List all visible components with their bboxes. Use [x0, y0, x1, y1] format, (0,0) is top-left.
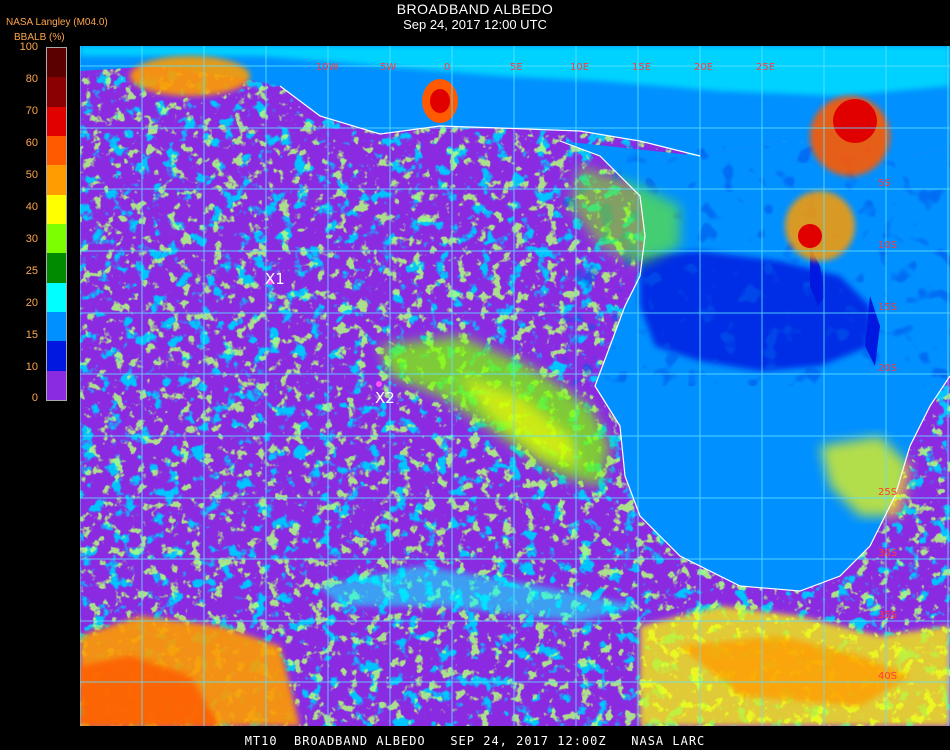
marker-dot: [376, 381, 382, 387]
cloud-high-albedo: [798, 224, 822, 248]
colorbar-segment: [47, 77, 66, 107]
colorbar-segment: [47, 282, 66, 312]
grid-label-lon: 5W: [380, 62, 396, 73]
colorbar-segment: [47, 341, 66, 371]
map-title: BROADBAND ALBEDO: [396, 1, 554, 17]
grid-label-lon: 10W: [316, 62, 339, 73]
colorbar-segment: [47, 311, 66, 342]
grid-label-lon: 25E: [756, 62, 775, 73]
grid-label-lat: 15S: [878, 302, 897, 313]
grid-label-lon: 15E: [632, 62, 651, 73]
marker-label: X2: [375, 389, 395, 407]
colorbar-tick: 80: [25, 73, 38, 85]
grid-label-lat: 5S: [878, 178, 891, 189]
colorbar-segment: [47, 223, 66, 254]
cloud-high-albedo: [430, 89, 450, 113]
colorbar-tick: 0: [31, 392, 38, 404]
grid-label-lon: 0: [444, 62, 450, 73]
colorbar-tick: 70: [25, 105, 38, 117]
footer-caption: MT10 BROADBAND ALBEDO SEP 24, 2017 12:00…: [244, 734, 706, 748]
grid-label-lat: 40S: [878, 671, 897, 682]
colorbar-segment: [47, 194, 66, 224]
grid-label-lat: 30S: [878, 548, 897, 559]
grid-label-lon: 10E: [570, 62, 589, 73]
map-timestamp: Sep 24, 2017 12:00 UTC: [403, 17, 547, 32]
source-label: NASA Langley (M04.0): [6, 17, 108, 28]
colorbar-segment: [47, 253, 66, 283]
grid-label-lat: 20S: [878, 363, 897, 374]
grid-label-lat: 25S: [878, 487, 897, 498]
grid-label-lat: 35S: [878, 610, 897, 621]
grid-label-lon: 20E: [694, 62, 713, 73]
colorbar-tick: 100: [19, 41, 38, 53]
colorbar-tick: 40: [25, 201, 38, 213]
colorbar-segment: [47, 135, 66, 166]
colorbar-tick: 30: [25, 233, 38, 245]
grid-label-lat: 10S: [878, 240, 897, 251]
cloud-high-albedo: [833, 99, 877, 143]
cloud-high-albedo: [130, 56, 250, 96]
colorbar-segment: [47, 165, 66, 195]
colorbar-segment: [47, 48, 66, 78]
albedo-map[interactable]: 10W 5W 0 5E 10E 15E 20E 25E 5S 10S 15S 2…: [80, 46, 950, 726]
colorbar-tick: 25: [25, 265, 38, 277]
colorbar-tick: 60: [25, 137, 38, 149]
colorbar-tick: 15: [25, 329, 38, 341]
colorbar-segment: [47, 370, 66, 400]
colorbar-tick: 10: [25, 361, 38, 373]
colorbar-tick: 50: [25, 169, 38, 181]
colorbar-segment: [47, 106, 66, 136]
colorbar: [46, 47, 67, 401]
marker-x1[interactable]: X1: [265, 270, 285, 288]
grid-label-lon: 5E: [510, 62, 523, 73]
colorbar-tick: 20: [25, 297, 38, 309]
marker-label: X1: [265, 270, 285, 288]
